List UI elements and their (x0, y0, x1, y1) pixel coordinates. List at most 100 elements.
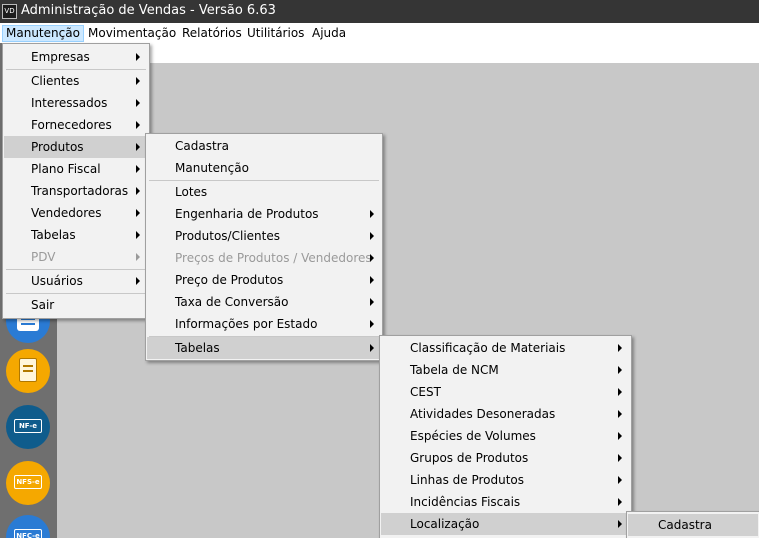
menu-item-cadastra-localizacao[interactable]: Cadastra (628, 514, 758, 536)
submenu-arrow-icon (370, 210, 374, 218)
menu-item-precos-produtos-vendedores: Preços de Produtos / Vendedores (147, 247, 381, 269)
menu-item-localizacao[interactable]: Localização (381, 513, 630, 535)
menu-item-sair[interactable]: Sair (4, 294, 148, 316)
menu-item-preco-de-produtos[interactable]: Preço de Produtos (147, 269, 381, 291)
menu-item-produtos[interactable]: Produtos (4, 136, 148, 158)
menu-item-vendedores[interactable]: Vendedores (4, 202, 148, 224)
menu-item-label: Tabelas (175, 341, 220, 355)
menu-item-plano-fiscal[interactable]: Plano Fiscal (4, 158, 148, 180)
submenu-arrow-icon (618, 476, 622, 484)
menu-item-label: Incidências Fiscais (410, 495, 521, 509)
menu-item-label: Plano Fiscal (31, 162, 101, 176)
menu-bar: Manutenção Movimentação Relatórios Utili… (0, 23, 759, 43)
submenu-arrow-icon (370, 298, 374, 306)
menu-item-label: Localização (410, 517, 480, 531)
notes-icon[interactable] (6, 349, 50, 393)
title-bar: VD Administração de Vendas - Versão 6.63 (0, 0, 759, 23)
menu-item-label: Tabela de NCM (410, 363, 499, 377)
submenu-arrow-icon (370, 276, 374, 284)
produtos-submenu: Cadastra Manutenção Lotes Engenharia de … (145, 133, 383, 361)
menu-item-cadastra[interactable]: Cadastra (147, 135, 381, 157)
menu-item-label: Cadastra (175, 139, 229, 153)
submenu-arrow-icon (370, 232, 374, 240)
nfe-label: NF-e (14, 419, 42, 433)
menu-item-label: Sair (31, 298, 55, 312)
nfe-icon[interactable]: NF-e (6, 405, 50, 449)
menu-item-pdv: PDV (4, 246, 148, 268)
tabelas-submenu: Classificação de Materiais Tabela de NCM… (379, 335, 632, 538)
menu-item-fornecedores[interactable]: Fornecedores (4, 114, 148, 136)
menu-item-label: Tabelas (31, 228, 76, 242)
menu-item-tabelas[interactable]: Tabelas (4, 224, 148, 246)
menu-item-label: Informações por Estado (175, 317, 318, 331)
menu-item-engenharia-de-produtos[interactable]: Engenharia de Produtos (147, 203, 381, 225)
submenu-arrow-icon (136, 253, 140, 261)
submenu-arrow-icon (618, 432, 622, 440)
submenu-arrow-icon (136, 277, 140, 285)
menu-item-label: Cadastra (658, 518, 712, 532)
menu-item-manutencao[interactable]: Manutenção (147, 157, 381, 179)
menu-item-label: Produtos (31, 140, 84, 154)
menu-item-label: Espécies de Volumes (410, 429, 536, 443)
manutencao-menu: Empresas Clientes Interessados Fornecedo… (2, 43, 150, 319)
nfce-label: NFC-e (14, 529, 42, 538)
toolbar-area (150, 43, 759, 63)
menu-item-incidencias-fiscais[interactable]: Incidências Fiscais (381, 491, 630, 513)
submenu-arrow-icon (136, 99, 140, 107)
menu-item-linhas-de-produtos[interactable]: Linhas de Produtos (381, 469, 630, 491)
nfse-icon[interactable]: NFS-e (6, 461, 50, 505)
menu-item-label: Transportadoras (31, 184, 129, 198)
submenu-arrow-icon (370, 344, 374, 352)
nfse-label: NFS-e (14, 475, 42, 489)
menu-manutencao[interactable]: Manutenção (2, 25, 84, 42)
menu-item-tabelas[interactable]: Tabelas (147, 337, 381, 359)
menu-item-classificacao-de-materiais[interactable]: Classificação de Materiais (381, 337, 630, 359)
menu-item-label: Engenharia de Produtos (175, 207, 319, 221)
menu-item-label: Usuários (31, 274, 83, 288)
submenu-arrow-icon (618, 366, 622, 374)
menu-item-lotes[interactable]: Lotes (147, 181, 381, 203)
menu-item-especies-de-volumes[interactable]: Espécies de Volumes (381, 425, 630, 447)
submenu-arrow-icon (618, 344, 622, 352)
menu-item-empresas[interactable]: Empresas (4, 46, 148, 68)
menu-movimentacao[interactable]: Movimentação (84, 25, 180, 42)
menu-item-label: Fornecedores (31, 118, 112, 132)
menu-item-transportadoras[interactable]: Transportadoras (4, 180, 148, 202)
submenu-arrow-icon (136, 121, 140, 129)
submenu-arrow-icon (370, 320, 374, 328)
menu-item-cest[interactable]: CEST (381, 381, 630, 403)
menu-item-interessados[interactable]: Interessados (4, 92, 148, 114)
menu-item-label: Produtos/Clientes (175, 229, 280, 243)
menu-item-atividades-desoneradas[interactable]: Atividades Desoneradas (381, 403, 630, 425)
menu-item-label: Clientes (31, 74, 80, 88)
submenu-arrow-icon (618, 498, 622, 506)
submenu-arrow-icon (618, 520, 622, 528)
submenu-arrow-icon (136, 165, 140, 173)
menu-item-label: Lotes (175, 185, 208, 199)
menu-item-grupos-de-produtos[interactable]: Grupos de Produtos (381, 447, 630, 469)
menu-item-usuarios[interactable]: Usuários (4, 270, 148, 292)
menu-item-label: Empresas (31, 50, 90, 64)
nfce-icon[interactable]: NFC-e (6, 515, 50, 538)
submenu-arrow-icon (136, 143, 140, 151)
menu-item-informacoes-por-estado[interactable]: Informações por Estado (147, 313, 381, 335)
menu-relatorios[interactable]: Relatórios (178, 25, 246, 42)
menu-item-label: Manutenção (175, 161, 249, 175)
menu-item-produtos-clientes[interactable]: Produtos/Clientes (147, 225, 381, 247)
menu-item-clientes[interactable]: Clientes (4, 70, 148, 92)
menu-item-label: PDV (31, 250, 56, 264)
menu-item-label: Grupos de Produtos (410, 451, 529, 465)
menu-item-tabela-de-ncm[interactable]: Tabela de NCM (381, 359, 630, 381)
submenu-arrow-icon (370, 254, 374, 262)
menu-item-taxa-de-conversao[interactable]: Taxa de Conversão (147, 291, 381, 313)
app-icon: VD (2, 4, 17, 19)
menu-utilitarios[interactable]: Utilitários (243, 25, 308, 42)
submenu-arrow-icon (136, 231, 140, 239)
submenu-arrow-icon (618, 410, 622, 418)
menu-ajuda[interactable]: Ajuda (308, 25, 350, 42)
menu-item-label: Preço de Produtos (175, 273, 284, 287)
menu-item-label: Linhas de Produtos (410, 473, 525, 487)
submenu-arrow-icon (136, 77, 140, 85)
submenu-arrow-icon (136, 209, 140, 217)
menu-item-label: CEST (410, 385, 441, 399)
